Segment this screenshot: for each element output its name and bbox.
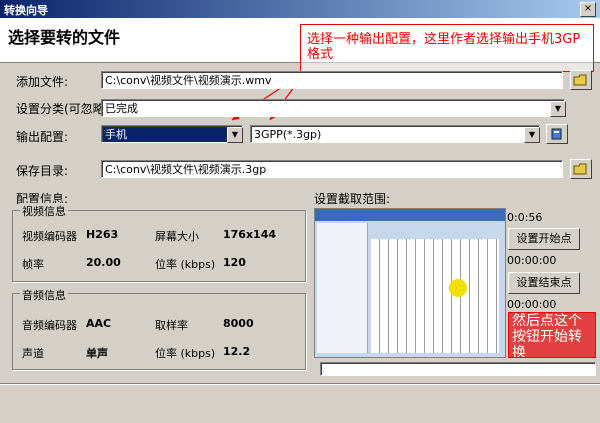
browse-save-dir-button[interactable] bbox=[570, 159, 592, 179]
footer-separator bbox=[0, 383, 600, 385]
preview-highlight bbox=[449, 279, 467, 297]
set-end-button[interactable]: 设置结束点 bbox=[508, 272, 580, 294]
add-file-label: 添加文件: bbox=[16, 75, 69, 89]
range-title: 设置截取范围: bbox=[314, 192, 391, 206]
audio-encoder-value: AAC bbox=[86, 317, 112, 330]
settings-icon bbox=[551, 128, 562, 140]
video-bitrate-value: 120 bbox=[223, 256, 246, 269]
end-time-2: 00:00:00 bbox=[507, 298, 557, 311]
browse-add-file-button[interactable] bbox=[570, 70, 592, 90]
audio-encoder-label: 音频编码器 bbox=[22, 319, 77, 332]
output-format-select[interactable]: 3GPP(*.3gp) bbox=[250, 125, 540, 143]
category-dropdown-arrow[interactable]: ▼ bbox=[550, 101, 566, 117]
preview-thumbnail bbox=[314, 208, 506, 358]
output-config-dropdown-arrow[interactable]: ▼ bbox=[227, 127, 243, 143]
folder-open-icon bbox=[573, 163, 587, 175]
format-settings-button[interactable] bbox=[546, 124, 568, 144]
annotation-text-bottom: 然后点这个按钮开始转换 bbox=[512, 313, 582, 358]
preview-grid bbox=[371, 239, 499, 353]
samplerate-label: 取样率 bbox=[155, 319, 188, 332]
audio-bitrate-value: 12.2 bbox=[223, 345, 251, 358]
folder-open-icon bbox=[573, 74, 587, 86]
annotation-box-bottom: 然后点这个按钮开始转换 bbox=[508, 312, 596, 358]
category-select[interactable]: 已完成 bbox=[101, 99, 565, 117]
save-dir-input[interactable]: C:\conv\视频文件\视频演示.3gp bbox=[101, 160, 563, 178]
category-label: 设置分类(可忽略) bbox=[16, 102, 110, 116]
preview-sidebar bbox=[317, 223, 368, 353]
save-dir-label: 保存目录: bbox=[16, 164, 69, 178]
preview-toolbar bbox=[315, 209, 505, 221]
audio-info-title: 音频信息 bbox=[20, 287, 68, 303]
progress-bar bbox=[320, 362, 596, 376]
add-file-input[interactable]: C:\conv\视频文件\视频演示.wmv bbox=[101, 71, 563, 89]
channel-label: 声道 bbox=[22, 347, 44, 360]
channel-value: 单声 bbox=[86, 347, 108, 360]
screen-size-value: 176x144 bbox=[223, 228, 277, 241]
video-bitrate-label: 位率 (kbps) bbox=[155, 258, 216, 271]
video-encoder-label: 视频编码器 bbox=[22, 230, 77, 243]
output-config-label: 输出配置: bbox=[16, 130, 69, 144]
output-format-dropdown-arrow[interactable]: ▼ bbox=[524, 127, 540, 143]
framerate-value: 20.00 bbox=[86, 256, 121, 269]
video-encoder-value: H263 bbox=[86, 228, 119, 241]
audio-bitrate-label: 位率 (kbps) bbox=[155, 347, 216, 360]
start-time: 0:0:56 bbox=[507, 211, 543, 224]
video-info-title: 视频信息 bbox=[20, 203, 68, 219]
framerate-label: 帧率 bbox=[22, 258, 44, 271]
end-time: 00:00:00 bbox=[507, 254, 557, 267]
screen-size-label: 屏幕大小 bbox=[155, 230, 199, 243]
output-config-select[interactable]: 手机 bbox=[101, 125, 243, 143]
samplerate-value: 8000 bbox=[223, 317, 254, 330]
set-start-button[interactable]: 设置开始点 bbox=[508, 228, 580, 250]
